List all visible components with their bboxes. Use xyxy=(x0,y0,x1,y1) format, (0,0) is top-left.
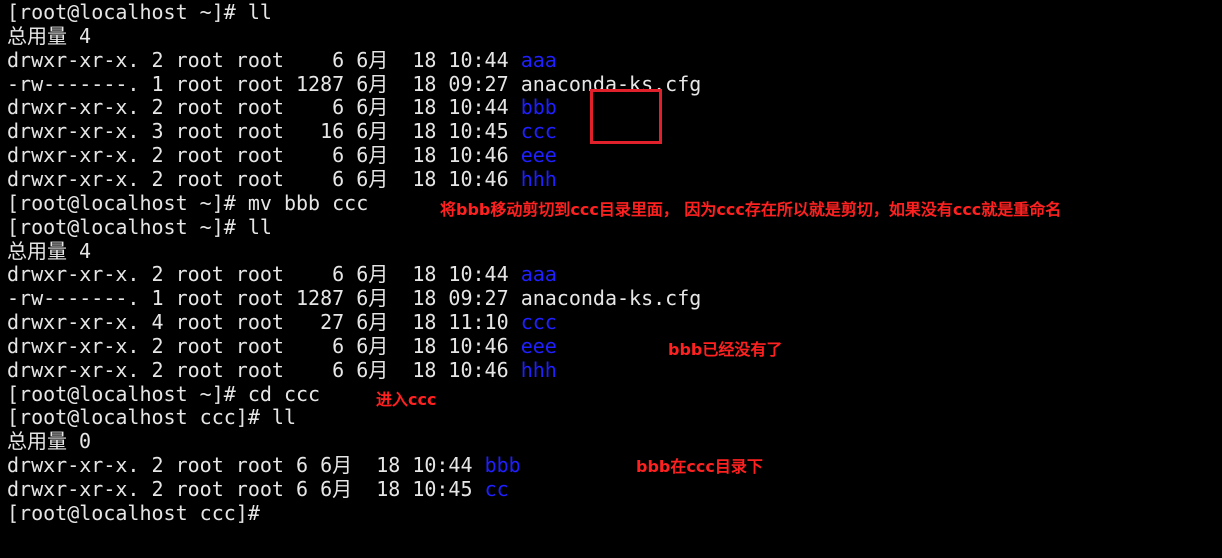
line-text: [root@localhost ccc]# xyxy=(7,500,260,525)
terminal-line: [root@localhost ccc]# xyxy=(7,501,260,525)
terminal-line: drwxr-xr-x. 2 root root 6 6月 18 10:44 aa… xyxy=(7,48,557,72)
terminal-line: 总用量 0 xyxy=(7,429,91,453)
line-text: drwxr-xr-x. 4 root root 27 6月 18 11:10 xyxy=(7,310,521,335)
line-text: drwxr-xr-x. 2 root root 6 6月 18 10:46 xyxy=(7,143,521,168)
line-text: drwxr-xr-x. 2 root root 6 6月 18 10:44 xyxy=(7,95,521,120)
directory-name: aaa xyxy=(520,262,557,287)
directory-name: eee xyxy=(520,143,557,168)
directory-name: ccc xyxy=(520,310,557,335)
terminal-line: [root@localhost ccc]# ll xyxy=(7,405,296,429)
terminal-line: drwxr-xr-x. 2 root root 6 6月 18 10:46 ee… xyxy=(7,334,557,358)
file-name: anaconda-ks.cfg xyxy=(520,286,702,311)
annotation-bbb-in-ccc: bbb在ccc目录下 xyxy=(636,457,763,476)
line-text: -rw-------. 1 root root 1287 6月 18 09:27 xyxy=(7,286,521,311)
terminal-line: drwxr-xr-x. 2 root root 6 6月 18 10:44 bb… xyxy=(7,453,521,477)
line-text: [root@localhost ccc]# ll xyxy=(7,405,296,430)
annotation-bbb-gone: bbb已经没有了 xyxy=(668,340,783,359)
line-text: -rw-------. 1 root root 1287 6月 18 09:27 xyxy=(7,71,521,96)
directory-name: eee xyxy=(520,333,557,358)
line-text: drwxr-xr-x. 2 root root 6 6月 18 10:45 xyxy=(7,477,485,501)
line-text: drwxr-xr-x. 2 root root 6 6月 18 10:44 xyxy=(7,47,521,72)
line-text: drwxr-xr-x. 3 root root 16 6月 18 10:45 xyxy=(7,119,521,144)
directory-name: bbb xyxy=(484,453,521,478)
terminal-line: 总用量 4 xyxy=(7,239,91,263)
directory-name: bbb xyxy=(520,95,557,120)
terminal-line: [root@localhost ~]# ll xyxy=(7,0,272,24)
line-text: 总用量 4 xyxy=(7,23,92,48)
terminal-window[interactable]: [root@localhost ~]# ll 总用量 4 drwxr-xr-x. 2… xyxy=(0,0,1222,558)
line-text: [root@localhost ~]# ll xyxy=(7,214,272,239)
annotation-enter-ccc: 进入ccc xyxy=(376,390,437,409)
directory-name: ccc xyxy=(520,119,557,144)
terminal-line: [root@localhost ~]# mv bbb ccc xyxy=(7,191,368,215)
terminal-line: drwxr-xr-x. 2 root root 6 6月 18 10:45 cc xyxy=(7,477,509,501)
terminal-line: 总用量 4 xyxy=(7,24,91,48)
line-text: [root@localhost ~]# ll xyxy=(7,0,272,24)
terminal-line: drwxr-xr-x. 3 root root 16 6月 18 10:45 c… xyxy=(7,119,557,143)
terminal-line: drwxr-xr-x. 2 root root 6 6月 18 10:44 aa… xyxy=(7,262,557,286)
terminal-line: [root@localhost ~]# ll xyxy=(7,215,272,239)
terminal-line: [root@localhost ~]# cd ccc xyxy=(7,382,320,406)
line-text: 总用量 0 xyxy=(7,429,92,454)
annotation-mv-note: 将bbb移动剪切到ccc目录里面， 因为ccc存在所以就是剪切，如果没有ccc就… xyxy=(440,200,1062,219)
line-text: 总用量 4 xyxy=(7,238,92,263)
terminal-line: drwxr-xr-x. 2 root root 6 6月 18 10:46 hh… xyxy=(7,358,557,382)
line-text: [root@localhost ~]# cd ccc xyxy=(7,381,321,406)
line-text: drwxr-xr-x. 2 root root 6 6月 18 10:46 xyxy=(7,333,521,358)
line-text: drwxr-xr-x. 2 root root 6 6月 18 10:46 xyxy=(7,166,521,191)
line-text: drwxr-xr-x. 2 root root 6 6月 18 10:46 xyxy=(7,357,521,382)
terminal-line: drwxr-xr-x. 2 root root 6 6月 18 10:46 hh… xyxy=(7,167,557,191)
line-text: drwxr-xr-x. 2 root root 6 6月 18 10:44 xyxy=(7,262,521,287)
directory-name: hhh xyxy=(520,166,557,191)
line-text: [root@localhost ~]# mv bbb ccc xyxy=(7,190,369,215)
highlight-box xyxy=(590,89,662,144)
terminal-line: drwxr-xr-x. 2 root root 6 6月 18 10:44 bb… xyxy=(7,95,557,119)
directory-name: cc xyxy=(484,477,509,501)
terminal-line: drwxr-xr-x. 2 root root 6 6月 18 10:46 ee… xyxy=(7,143,557,167)
directory-name: hhh xyxy=(520,357,557,382)
line-text: drwxr-xr-x. 2 root root 6 6月 18 10:44 xyxy=(7,453,485,478)
terminal-line: drwxr-xr-x. 4 root root 27 6月 18 11:10 c… xyxy=(7,310,557,334)
terminal-line: -rw-------. 1 root root 1287 6月 18 09:27… xyxy=(7,286,701,310)
directory-name: aaa xyxy=(520,47,557,72)
